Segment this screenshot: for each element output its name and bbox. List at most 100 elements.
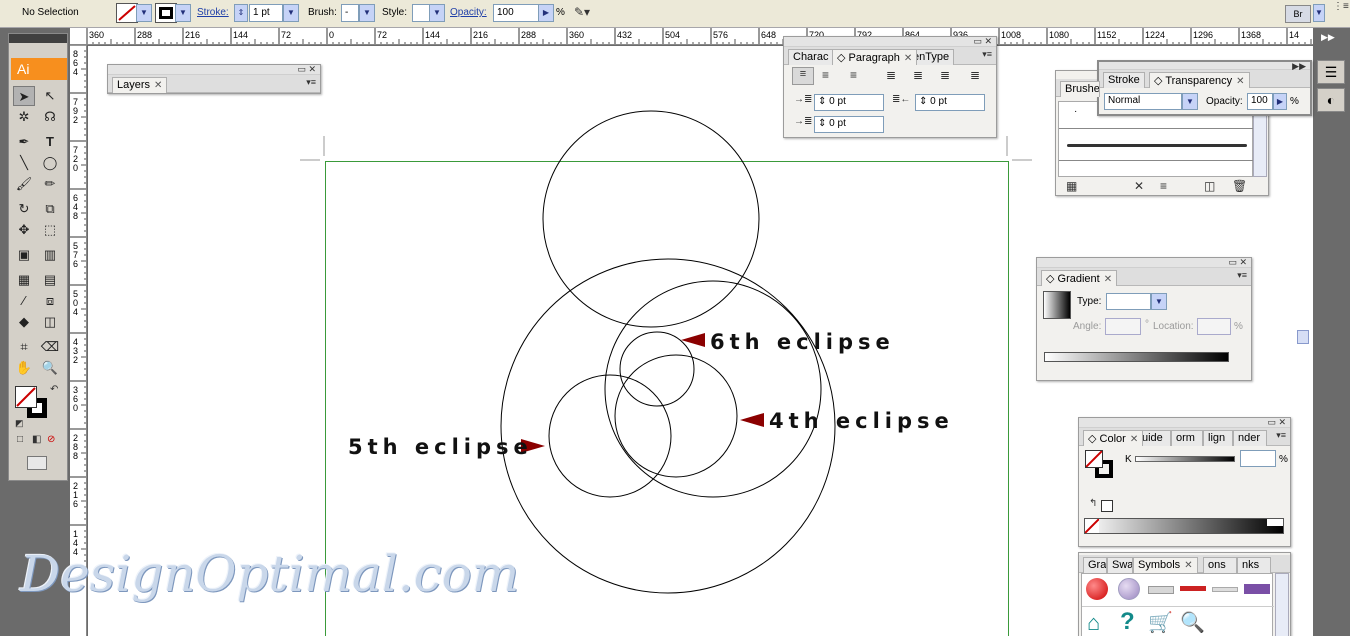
light-bar-symbol[interactable]: [1212, 587, 1238, 592]
fill-swatch[interactable]: [116, 3, 138, 23]
type-tool-icon[interactable]: T: [39, 132, 61, 152]
brush-dropdown[interactable]: ▼: [359, 4, 375, 22]
cart-symbol-icon[interactable]: 🛒: [1148, 610, 1173, 635]
fill-dropdown-button[interactable]: ▼: [136, 4, 152, 22]
hand-tool-icon[interactable]: ✋: [13, 358, 35, 378]
first-line-indent-field[interactable]: ⇕ 0 pt: [814, 116, 884, 133]
blend-mode-select[interactable]: Normal: [1104, 93, 1182, 110]
gradient-tool-icon[interactable]: ▤: [39, 270, 61, 290]
opacity-field[interactable]: 100: [493, 4, 539, 22]
purple-bar-symbol[interactable]: [1244, 584, 1270, 594]
live-paint-bucket-tool-icon[interactable]: ◆: [13, 312, 35, 332]
k-value-field[interactable]: [1240, 450, 1276, 467]
gradient-angle-field[interactable]: [1105, 318, 1141, 335]
tab-symbols[interactable]: Symbols ✕: [1133, 557, 1198, 573]
stroke-stepper[interactable]: ⇕: [234, 4, 248, 22]
brush-options-icon[interactable]: ≡: [1160, 179, 1167, 193]
stroke-swatch[interactable]: [155, 3, 177, 23]
color-fill-swatch[interactable]: [1085, 450, 1103, 468]
label-4th-eclipse[interactable]: 4th eclipse: [769, 409, 954, 433]
magic-wand-tool-icon[interactable]: ✲: [13, 107, 35, 127]
brush-libraries-icon[interactable]: ▦: [1066, 179, 1077, 193]
direct-selection-tool-icon[interactable]: ↖: [39, 86, 61, 106]
stroke-dropdown-button[interactable]: ▼: [175, 4, 191, 22]
swap-fill-stroke-icon[interactable]: ↶: [50, 384, 58, 395]
control-menu-icon[interactable]: ⋮≡: [1333, 1, 1349, 12]
tools-panel-header[interactable]: [9, 34, 67, 43]
graph-tool-icon[interactable]: ▥: [39, 245, 61, 265]
tab-pathfinder[interactable]: nder: [1233, 430, 1267, 446]
tab-layers[interactable]: Layers ✕: [112, 77, 168, 93]
home-symbol-icon[interactable]: ⌂: [1087, 610, 1100, 636]
color-panel-bar[interactable]: ▭ ✕: [1079, 418, 1290, 428]
k-slider[interactable]: [1135, 456, 1235, 462]
gradient-panel-bar[interactable]: ▭ ✕: [1037, 258, 1251, 268]
bridge-button[interactable]: Br: [1285, 5, 1311, 23]
tab-transparency[interactable]: ◇ Transparency ✕: [1149, 72, 1250, 88]
stroke-weight-field[interactable]: 1 pt: [249, 4, 283, 22]
gradient-mode-icon[interactable]: ◧: [32, 434, 41, 445]
brush-dot[interactable]: ·: [1074, 106, 1077, 117]
out-of-gamut-icon[interactable]: ↰: [1089, 498, 1097, 509]
last-color-swatch[interactable]: [1101, 500, 1113, 512]
search-symbol-icon[interactable]: 🔍: [1180, 610, 1205, 635]
opacity-label[interactable]: Opacity:: [450, 7, 487, 18]
expand-dock-icon[interactable]: ▶▶: [1321, 32, 1335, 43]
none-color-icon[interactable]: [1085, 519, 1099, 533]
close-icon[interactable]: ✕: [1184, 560, 1192, 571]
tab-graphic-styles[interactable]: Gra: [1083, 557, 1107, 573]
canvas-scroll-thumb[interactable]: [1297, 330, 1309, 344]
paintbrush-tool-icon[interactable]: 🖌: [13, 174, 35, 194]
lavender-sphere-symbol[interactable]: [1118, 578, 1140, 600]
crop-area-tool-icon[interactable]: ⌗: [13, 337, 35, 357]
pencil-tool-icon[interactable]: ✏: [39, 174, 61, 194]
blend-tool-icon[interactable]: ⧈: [39, 291, 61, 311]
panel-menu-icon[interactable]: ▾≡: [306, 77, 316, 88]
justify-center-icon[interactable]: ≣: [913, 68, 923, 82]
red-bar-symbol[interactable]: [1180, 586, 1206, 591]
circle-6th[interactable]: [619, 331, 695, 407]
symbol-sprayer-tool-icon[interactable]: ▣: [13, 245, 35, 265]
free-transform-tool-icon[interactable]: ⬚: [39, 220, 61, 240]
zoom-tool-icon[interactable]: 🔍: [39, 358, 61, 378]
white-swatch[interactable]: [1267, 519, 1283, 526]
line-tool-icon[interactable]: ╲: [13, 153, 35, 173]
close-icon[interactable]: ✕: [1104, 274, 1112, 285]
opacity-arrow-button[interactable]: ▶: [538, 4, 554, 22]
delete-brush-icon[interactable]: 🗑: [1232, 179, 1247, 193]
transparency-panel-icon[interactable]: ◐: [1317, 88, 1345, 112]
tab-color[interactable]: ◇ Color ✕: [1083, 430, 1144, 446]
color-mode-icon[interactable]: □: [17, 434, 23, 445]
tab-paragraph[interactable]: ◇ Paragraph ✕: [832, 49, 918, 65]
close-icon[interactable]: ✕: [904, 53, 912, 64]
grey-bar-symbol[interactable]: [1148, 586, 1174, 594]
mesh-tool-icon[interactable]: ▦: [13, 270, 35, 290]
tab-links[interactable]: nks: [1237, 557, 1271, 573]
horizontal-ruler[interactable]: 360 288 216 144 72 0 72 144 216 288 360 432 504 576 64…: [70, 28, 1313, 45]
stroke-panel-icon[interactable]: ☰: [1317, 60, 1345, 84]
tab-actions[interactable]: ons: [1203, 557, 1237, 573]
tab-stroke[interactable]: Stroke: [1103, 72, 1145, 88]
tab-align[interactable]: lign: [1203, 430, 1233, 446]
panel-menu-icon[interactable]: ▾≡: [982, 49, 992, 60]
gradient-slider[interactable]: [1044, 352, 1229, 362]
new-brush-icon[interactable]: ◫: [1204, 179, 1215, 193]
tab-character[interactable]: Charac: [788, 49, 834, 65]
transparency-panel-bar[interactable]: ▶▶: [1099, 62, 1310, 71]
gradient-type-dropdown[interactable]: ▼: [1151, 293, 1167, 310]
stroke-weight-dropdown[interactable]: ▼: [283, 4, 299, 22]
transparency-opacity-field[interactable]: 100: [1247, 93, 1273, 110]
align-left-icon[interactable]: ≡: [792, 67, 814, 85]
screen-mode-icon[interactable]: [27, 456, 47, 470]
rotate-tool-icon[interactable]: ↻: [13, 199, 35, 219]
gradient-type-select[interactable]: [1106, 293, 1151, 310]
justify-right-icon[interactable]: ≣: [940, 68, 950, 82]
transparency-opacity-arrow[interactable]: ▶: [1273, 93, 1287, 110]
label-6th-eclipse[interactable]: 6th eclipse: [710, 330, 895, 354]
recolor-icon[interactable]: ✎▾: [574, 5, 590, 19]
fill-indicator[interactable]: [15, 386, 37, 408]
justify-left-icon[interactable]: ≣: [886, 68, 896, 82]
right-indent-field[interactable]: ⇕ 0 pt: [915, 94, 985, 111]
blend-mode-dropdown[interactable]: ▼: [1182, 93, 1198, 110]
tab-gradient[interactable]: ◇ Gradient ✕: [1041, 270, 1118, 286]
